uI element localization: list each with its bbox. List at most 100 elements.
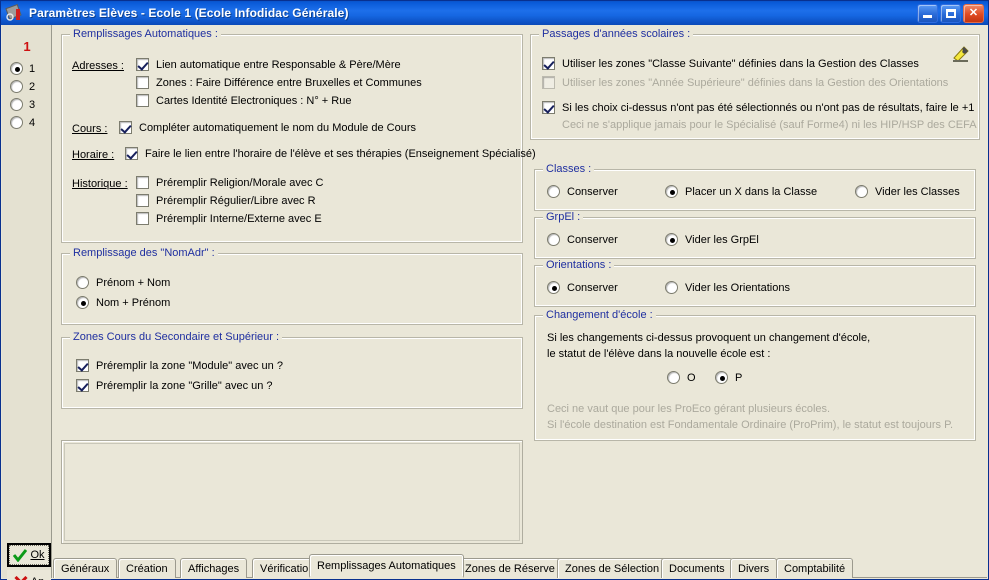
checkbox-adresse-zones[interactable]: Zones : Faire Différence entre Bruxelles… — [136, 76, 422, 89]
empty-panel-inner — [64, 443, 520, 541]
tab-generaux[interactable]: Généraux — [53, 558, 118, 578]
close-button[interactable]: ✕ — [963, 4, 984, 23]
checkbox-zone-grille[interactable]: Préremplir la zone "Grille" avec un ? — [76, 379, 273, 392]
changement-note1: Ceci ne vaut que pour les ProEco gérant … — [547, 403, 831, 415]
checkbox-classe-suivante[interactable]: Utiliser les zones "Classe Suivante" déf… — [542, 57, 919, 70]
checkbox-label: Lien automatique entre Responsable & Pèr… — [156, 58, 401, 71]
checkbox-glyph — [76, 359, 89, 372]
checkbox-label: Préremplir Régulier/Libre avec R — [156, 194, 316, 207]
radio-statut-o[interactable]: O — [667, 371, 696, 384]
window-controls: ✕ — [917, 4, 984, 23]
checkbox-faire-plus-un[interactable]: Si les choix ci-dessus n'ont pas été sél… — [542, 101, 974, 114]
checkbox-label: Préremplir la zone "Grille" avec un ? — [96, 379, 273, 392]
tab-creation[interactable]: Création — [118, 558, 176, 578]
group-changement-ecole: Changement d'école : Si les changements … — [534, 309, 976, 441]
label-adresses: Adresses : — [72, 60, 124, 72]
radio-label: Nom + Prénom — [96, 296, 171, 309]
radio-glyph — [665, 233, 678, 246]
tab-comptabilite[interactable]: Comptabilité — [776, 558, 854, 578]
tab-divers[interactable]: Divers — [730, 558, 778, 578]
radio-prenom-nom[interactable]: Prénom + Nom — [76, 276, 170, 289]
minimize-button[interactable] — [917, 4, 938, 23]
ok-button[interactable]: Ok — [7, 543, 51, 567]
tab-zones-de-selection[interactable]: Zones de Sélection — [557, 558, 668, 578]
radio-glyph — [10, 80, 23, 93]
group-passages-annees: Passages d'années scolaires : Utiliser l… — [530, 28, 980, 140]
tab-zones-de-reserve[interactable]: Zones de Réserve — [457, 558, 563, 578]
checkbox-label: Zones : Faire Différence entre Bruxelles… — [156, 76, 422, 89]
radio-label: Conserver — [567, 185, 618, 198]
radio-label: Conserver — [567, 281, 618, 294]
index-strip: 1 1 2 3 4 — [2, 25, 52, 578]
client-area: 1 1 2 3 4 Remplissages Automatiques : Ad… — [2, 25, 987, 580]
checkbox-historique-religion[interactable]: Préremplir Religion/Morale avec C — [136, 176, 324, 189]
radio-label: Vider les GrpEl — [685, 233, 759, 246]
tab-documents[interactable]: Documents — [661, 558, 733, 578]
group-caption: Classes : — [543, 163, 595, 175]
radio-nom-prenom[interactable]: Nom + Prénom — [76, 296, 170, 309]
radio-glyph — [547, 233, 560, 246]
index-radio-4[interactable]: 4 — [10, 116, 35, 129]
radio-orientations-vider[interactable]: Vider les Orientations — [665, 281, 790, 294]
group-caption: Remplissages Automatiques : — [70, 28, 221, 40]
index-radio-label: 3 — [29, 98, 36, 111]
window-title: Paramètres Elèves - Ecole 1 (Ecole Infod… — [29, 6, 349, 20]
checkbox-label: Compléter automatiquement le nom du Modu… — [139, 121, 416, 134]
radio-label: O — [687, 371, 696, 384]
radio-classes-conserver[interactable]: Conserver — [547, 185, 618, 198]
maximize-button[interactable] — [940, 4, 961, 23]
left-pane: Remplissages Automatiques : Adresses : L… — [53, 25, 536, 552]
right-pane: Passages d'années scolaires : Utiliser l… — [526, 25, 987, 552]
checkbox-glyph — [542, 101, 555, 114]
checkbox-glyph — [542, 76, 555, 89]
checkbox-annee-superieure: Utiliser les zones "Année Supérieure" dé… — [542, 76, 948, 89]
yellow-note-icon[interactable] — [951, 43, 971, 63]
group-caption: GrpEl : — [543, 211, 584, 223]
checkbox-historique-regulier[interactable]: Préremplir Régulier/Libre avec R — [136, 194, 316, 207]
tab-remplissages-automatiques[interactable]: Remplissages Automatiques — [309, 554, 464, 578]
checkbox-label: Utiliser les zones "Année Supérieure" dé… — [562, 76, 949, 89]
radio-glyph — [715, 371, 728, 384]
checkbox-glyph — [136, 176, 149, 189]
radio-label: Vider les Orientations — [685, 281, 790, 294]
radio-label: Placer un X dans la Classe — [685, 185, 818, 198]
radio-glyph — [10, 116, 23, 129]
radio-orientations-conserver[interactable]: Conserver — [547, 281, 618, 294]
title-bar: Paramètres Elèves - Ecole 1 (Ecole Infod… — [1, 1, 988, 25]
checkbox-zone-module[interactable]: Préremplir la zone "Module" avec un ? — [76, 359, 283, 372]
radio-statut-p[interactable]: P — [715, 371, 742, 384]
checkbox-glyph — [76, 379, 89, 392]
checkbox-glyph — [136, 94, 149, 107]
radio-label: Prénom + Nom — [96, 276, 171, 289]
radio-classes-placer-x[interactable]: Placer un X dans la Classe — [665, 185, 817, 198]
radio-grpel-conserver[interactable]: Conserver — [547, 233, 618, 246]
radio-glyph — [855, 185, 868, 198]
index-radio-label: 1 — [29, 62, 36, 75]
index-radio-2[interactable]: 2 — [10, 80, 35, 93]
ok-label: Ok — [30, 549, 45, 561]
checkbox-label: Utiliser les zones "Classe Suivante" déf… — [562, 57, 919, 70]
checkbox-historique-interne[interactable]: Préremplir Interne/Externe avec E — [136, 212, 322, 225]
index-radio-3[interactable]: 3 — [10, 98, 35, 111]
index-radio-label: 2 — [29, 80, 36, 93]
checkbox-horaire-lien[interactable]: Faire le lien entre l'horaire de l'élève… — [125, 147, 536, 160]
checkbox-adresse-cartes-identite[interactable]: Cartes Identité Electroniques : N° + Rue — [136, 94, 351, 107]
passages-note: Ceci ne s'applique jamais pour le Spécia… — [562, 119, 977, 131]
checkbox-adresse-lien-auto[interactable]: Lien automatique entre Responsable & Pèr… — [136, 58, 401, 71]
radio-classes-vider[interactable]: Vider les Classes — [855, 185, 960, 198]
group-orientations: Orientations : Conserver Vider les Orien… — [534, 259, 976, 307]
checkbox-glyph — [136, 76, 149, 89]
checkbox-label: Cartes Identité Electroniques : N° + Rue — [156, 94, 352, 107]
tab-strip: Généraux Création Affichages Vérificatio… — [53, 554, 987, 578]
tab-affichages[interactable]: Affichages — [180, 558, 248, 578]
checkbox-cours-module[interactable]: Compléter automatiquement le nom du Modu… — [119, 121, 416, 134]
index-number: 1 — [23, 39, 31, 54]
index-radio-label: 4 — [29, 116, 36, 129]
cancel-button[interactable]: An — [7, 570, 51, 580]
index-radio-1[interactable]: 1 — [10, 62, 35, 75]
radio-grpel-vider[interactable]: Vider les GrpEl — [665, 233, 759, 246]
label-historique: Historique : — [72, 178, 128, 190]
checkbox-label: Si les choix ci-dessus n'ont pas été sél… — [562, 101, 975, 114]
group-caption: Changement d'école : — [543, 309, 656, 321]
checkbox-glyph — [136, 58, 149, 71]
